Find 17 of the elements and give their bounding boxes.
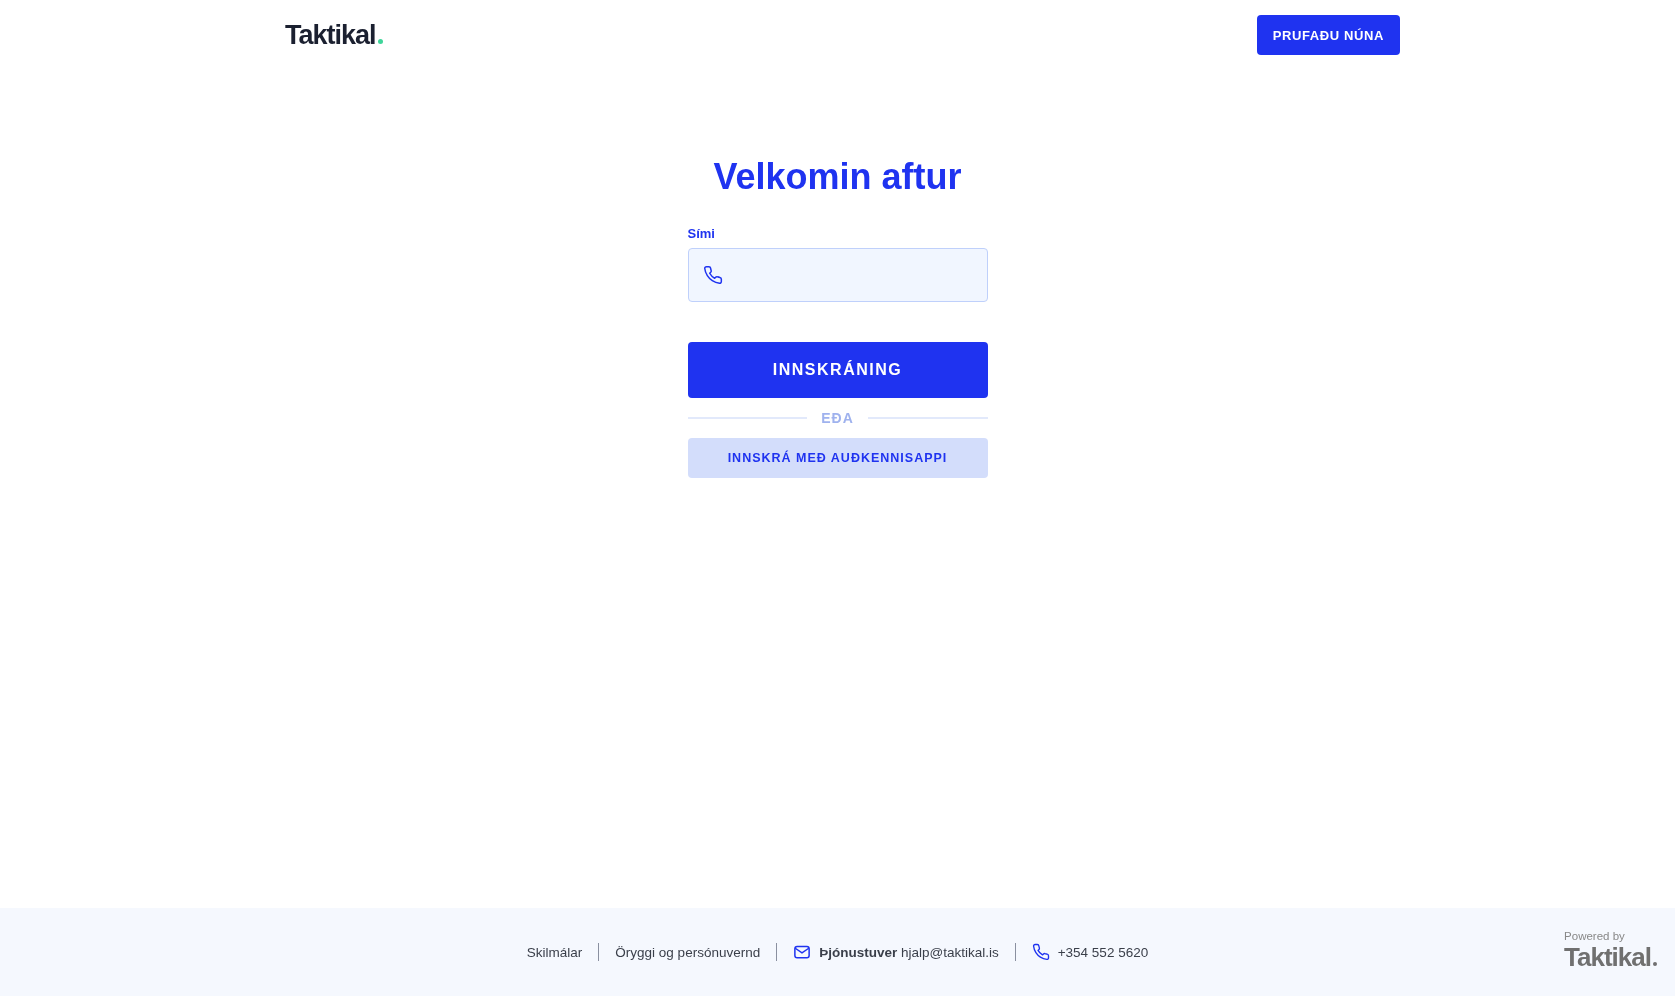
phone-icon	[702, 265, 723, 285]
support-email-link[interactable]: Þjónustuver hjalp@taktikal.is	[819, 944, 999, 960]
footer-link[interactable]: Skilmálar	[526, 944, 583, 960]
page-title: Velkomin aftur	[713, 156, 962, 198]
footer-link[interactable]: Öryggi og persónuvernd	[615, 944, 761, 960]
divider-label: EÐA	[821, 410, 854, 426]
powered-logo: Taktikal	[1564, 942, 1657, 973]
phone-field[interactable]	[687, 248, 988, 302]
logo: Taktikal	[285, 19, 383, 51]
login-button[interactable]: INNSKRÁNING	[687, 342, 988, 398]
try-now-button[interactable]: PRUFAÐU NÚNA	[1256, 15, 1400, 55]
powered-by-label: Powered by	[1564, 930, 1626, 942]
mail-icon	[793, 943, 812, 961]
app-login-button[interactable]: INNSKRÁ MEÐ AUÐKENNISAPPI	[687, 438, 988, 478]
field-label: Sími	[687, 226, 715, 241]
phone-link[interactable]: +354 552 5620	[1057, 944, 1149, 960]
phone-icon	[1031, 943, 1050, 961]
